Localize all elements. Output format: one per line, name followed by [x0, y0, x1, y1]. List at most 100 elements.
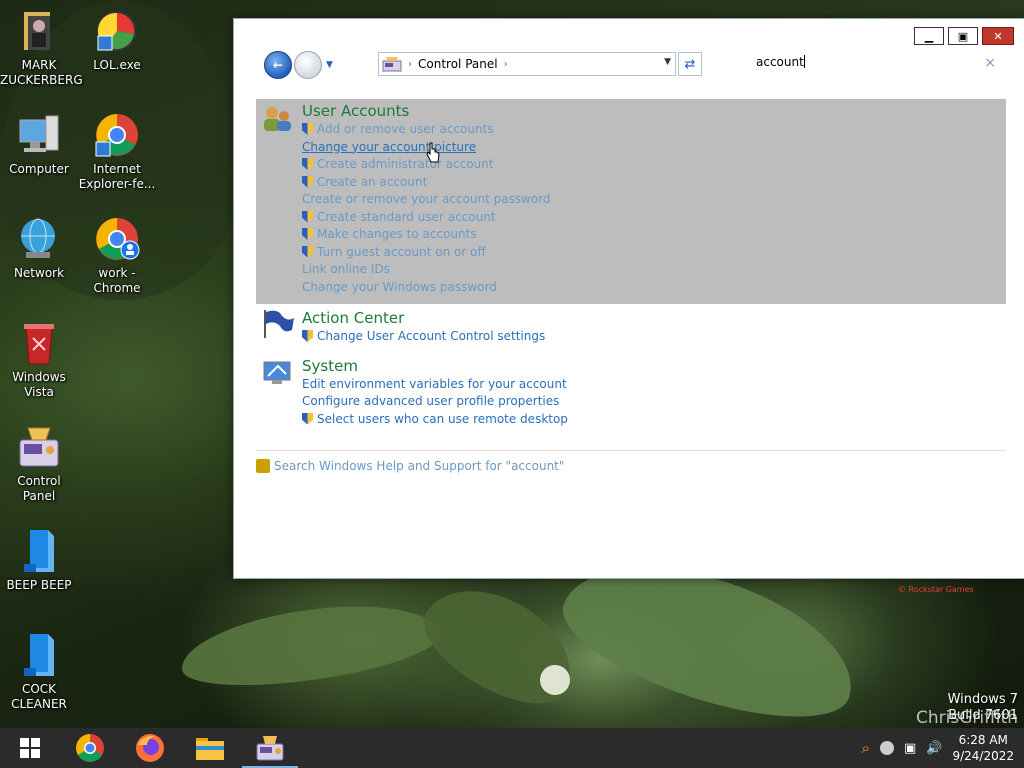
windows-logo-icon [20, 738, 40, 758]
result-group-title[interactable]: Action Center [302, 308, 1006, 328]
desktop-icon-label: COCK CLEANER [11, 682, 67, 711]
text-caret [803, 55, 805, 68]
result-link[interactable]: Change User Account Control settings [302, 328, 1006, 346]
network-icon [16, 216, 62, 262]
recycle-bin-icon [16, 320, 62, 366]
app-icon [94, 8, 140, 54]
uac-shield-icon [302, 158, 313, 170]
minimize-button[interactable]: ▁ [914, 27, 944, 45]
users-icon [264, 107, 291, 131]
start-button[interactable] [0, 728, 60, 768]
uac-shield-icon [302, 228, 313, 240]
folder-person-icon [16, 8, 62, 54]
taskbar-control-panel[interactable] [240, 728, 300, 768]
refresh-icon: ⇄ [684, 56, 696, 72]
desktop-icon-cock-cleaner[interactable]: COCK CLEANER [0, 632, 78, 712]
uac-shield-icon [302, 412, 313, 425]
clock-time: 6:28 AM [958, 733, 1008, 747]
desktop-icon-control-panel[interactable]: Control Panel [0, 424, 78, 504]
clear-search-icon[interactable]: × [984, 55, 996, 71]
uac-shield-icon [302, 123, 313, 135]
result-link[interactable]: Turn guest account on or off [302, 244, 1006, 262]
channel-watermark: ChrisGriffith [916, 708, 1018, 728]
search-input-value: account [756, 55, 804, 69]
wallpaper-leaf [176, 592, 444, 698]
divider [256, 450, 1006, 451]
result-link[interactable]: Configure advanced user profile properti… [302, 393, 1006, 411]
navigation-buttons: ← ▼ [264, 51, 333, 79]
taskbar-file-explorer[interactable] [180, 728, 240, 768]
close-icon: ✕ [993, 29, 1003, 43]
desktop-icon-label: Internet Explorer-fe... [78, 162, 156, 191]
system-icon [263, 361, 291, 384]
wallpaper-leaf [408, 566, 592, 724]
result-group-title[interactable]: System [302, 356, 1006, 376]
uac-shield-icon [302, 330, 313, 342]
help-icon [256, 459, 270, 473]
breadcrumb-control-panel[interactable]: Control Panel [418, 57, 498, 71]
tray-app-icon[interactable] [879, 741, 894, 755]
address-bar[interactable]: › Control Panel › ▼ [378, 52, 676, 76]
desktop-icon-lol-exe[interactable]: LOL.exe [78, 8, 156, 73]
desktop-icon-label: MARK ZUCKERBERG [0, 58, 83, 87]
minimize-icon: ▁ [924, 29, 934, 43]
hand-cursor-icon [426, 142, 440, 163]
window-controls: ▁ ▣ ✕ [914, 27, 1014, 45]
wallpaper-leaf [540, 665, 570, 695]
search-input[interactable]: account × [756, 55, 996, 73]
rockstar-watermark: © Rockstar Games [898, 585, 974, 594]
desktop-icon-label: Computer [9, 162, 69, 176]
result-link[interactable]: Link online IDs [302, 261, 1006, 279]
control-panel-window: ▁ ▣ ✕ ← ▼ › Control Panel › ▼ ⇄ account … [233, 18, 1024, 579]
search-results: User Accounts Add or remove user account… [256, 99, 1006, 473]
desktop-icon-label: Network [13, 266, 65, 280]
result-group-system: System Edit environment variables for yo… [256, 354, 1006, 437]
forward-button[interactable] [294, 51, 322, 79]
breadcrumb-separator-icon: › [408, 58, 412, 70]
control-panel-icon [16, 424, 62, 470]
uac-shield-icon [302, 245, 313, 258]
result-group-title[interactable]: User Accounts [302, 101, 1006, 121]
search-tray-icon[interactable]: ⌕ [862, 739, 870, 757]
result-link[interactable]: Create an account [302, 174, 1006, 192]
result-group-user-accounts: User Accounts Add or remove user account… [256, 99, 1006, 304]
result-link[interactable]: Select users who can use remote desktop [302, 411, 1006, 429]
desktop-icon-computer[interactable]: Computer [0, 112, 78, 177]
result-link[interactable]: Create standard user account [302, 209, 1006, 227]
taskbar: ⌕ ▣ 🔊 6:28 AM 9/24/2022 [0, 728, 1024, 768]
folder-icon [196, 738, 224, 760]
result-link[interactable]: Add or remove user accounts [302, 121, 1006, 139]
clock[interactable]: 6:28 AM 9/24/2022 [952, 732, 1014, 764]
result-link[interactable]: Change your Windows password [302, 279, 1006, 297]
desktop-icon-label: BEEP BEEP [6, 578, 72, 592]
desktop-icon-mark-zuckerberg[interactable]: MARK ZUCKERBERG [0, 8, 83, 88]
result-link[interactable]: Create or remove your account password [302, 191, 1006, 209]
help-search-link[interactable]: Search Windows Help and Support for "acc… [256, 459, 1006, 473]
desktop-icon-label: Control Panel [17, 474, 61, 503]
desktop-icon-work-chrome[interactable]: work - Chrome [78, 216, 156, 296]
breadcrumb-separator-icon[interactable]: › [504, 59, 508, 70]
network-tray-icon[interactable]: ▣ [904, 741, 916, 756]
refresh-button[interactable]: ⇄ [678, 52, 702, 76]
chrome-icon [76, 734, 104, 762]
volume-icon[interactable]: 🔊 [926, 741, 942, 756]
result-link[interactable]: Create administrator account [302, 156, 1006, 174]
result-link[interactable]: Make changes to accounts [302, 226, 1006, 244]
desktop-icon-beep-beep[interactable]: BEEP BEEP [0, 528, 78, 593]
desktop-icon-network[interactable]: Network [0, 216, 78, 281]
result-group-action-center: Action Center Change User Account Contro… [256, 304, 1006, 354]
taskbar-firefox[interactable] [120, 728, 180, 768]
blue-file-icon [16, 528, 62, 574]
maximize-button[interactable]: ▣ [948, 27, 978, 45]
computer-icon [16, 112, 62, 158]
recent-pages-dropdown[interactable]: ▼ [326, 60, 333, 70]
back-button[interactable]: ← [264, 51, 292, 79]
desktop-icon-windows-vista[interactable]: Windows Vista [0, 320, 78, 400]
address-dropdown-icon[interactable]: ▼ [664, 57, 671, 67]
close-button[interactable]: ✕ [982, 27, 1014, 45]
result-link[interactable]: Change your account picture [302, 139, 1006, 157]
result-link[interactable]: Edit environment variables for your acco… [302, 376, 1006, 394]
clock-date: 9/24/2022 [952, 749, 1014, 763]
desktop-icon-internet-explorer[interactable]: Internet Explorer-fe... [78, 112, 156, 192]
taskbar-chrome[interactable] [60, 728, 120, 768]
